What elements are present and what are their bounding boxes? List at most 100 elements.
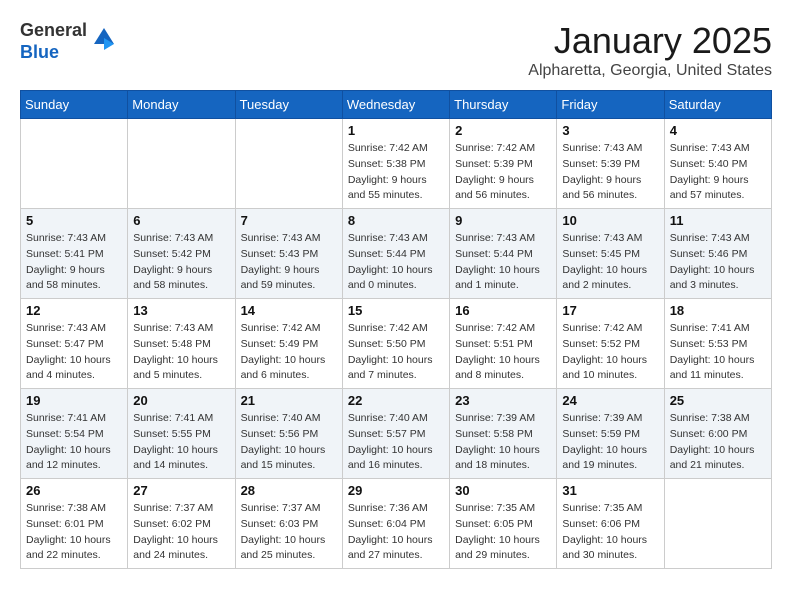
day-detail: Sunrise: 7:42 AM Sunset: 5:51 PM Dayligh… [455, 321, 551, 384]
day-number: 19 [26, 393, 122, 408]
day-detail: Sunrise: 7:42 AM Sunset: 5:50 PM Dayligh… [348, 321, 444, 384]
day-detail: Sunrise: 7:38 AM Sunset: 6:00 PM Dayligh… [670, 411, 766, 474]
logo-icon [90, 24, 118, 52]
day-number: 17 [562, 303, 658, 318]
day-number: 20 [133, 393, 229, 408]
logo-general: General [20, 20, 87, 40]
day-number: 25 [670, 393, 766, 408]
header-saturday: Saturday [664, 91, 771, 119]
day-detail: Sunrise: 7:42 AM Sunset: 5:38 PM Dayligh… [348, 141, 444, 204]
table-row [21, 119, 128, 209]
table-row: 24Sunrise: 7:39 AM Sunset: 5:59 PM Dayli… [557, 389, 664, 479]
table-row: 12 Sunrise: 7:43 AM Sunset: 5:47 PM Dayli… [21, 299, 128, 389]
table-row: 7 Sunrise: 7:43 AM Sunset: 5:43 PM Daylig… [235, 209, 342, 299]
day-detail: Sunrise: 7:43 AM Sunset: 5:41 PM Dayligh… [26, 231, 122, 294]
day-number: 18 [670, 303, 766, 318]
day-number: 12 [26, 303, 122, 318]
day-number: 23 [455, 393, 551, 408]
day-number: 5 [26, 213, 122, 228]
table-row: 25 Sunrise: 7:38 AM Sunset: 6:00 PM Dayli… [664, 389, 771, 479]
header-monday: Monday [128, 91, 235, 119]
table-row [664, 479, 771, 569]
title-block: January 2025 Alpharetta, Georgia, United… [528, 20, 772, 80]
day-detail: Sunrise: 7:43 AM Sunset: 5:44 PM Dayligh… [455, 231, 551, 294]
table-row: 27 Sunrise: 7:37 AM Sunset: 6:02 PM Dayli… [128, 479, 235, 569]
table-row: 22Sunrise: 7:40 AM Sunset: 5:57 PM Dayli… [342, 389, 449, 479]
table-row: 26Sunrise: 7:38 AM Sunset: 6:01 PM Dayli… [21, 479, 128, 569]
weekday-header-row: Sunday Monday Tuesday Wednesday Thursday… [21, 91, 772, 119]
day-number: 28 [241, 483, 337, 498]
table-row: 4 Sunrise: 7:43 AM Sunset: 5:40 PM Daylig… [664, 119, 771, 209]
table-row: 23 Sunrise: 7:39 AM Sunset: 5:58 PM Dayli… [450, 389, 557, 479]
day-detail: Sunrise: 7:43 AM Sunset: 5:40 PM Dayligh… [670, 141, 766, 204]
calendar-table: Sunday Monday Tuesday Wednesday Thursday… [20, 90, 772, 569]
day-number: 7 [241, 213, 337, 228]
day-detail: Sunrise: 7:41 AM Sunset: 5:53 PM Dayligh… [670, 321, 766, 384]
calendar-week-row: 19 Sunrise: 7:41 AM Sunset: 5:54 PM Dayli… [21, 389, 772, 479]
table-row [235, 119, 342, 209]
day-detail: Sunrise: 7:41 AM Sunset: 5:55 PM Dayligh… [133, 411, 229, 474]
day-detail: Sunrise: 7:41 AM Sunset: 5:54 PM Dayligh… [26, 411, 122, 474]
day-detail: Sunrise: 7:43 AM Sunset: 5:45 PM Dayligh… [562, 231, 658, 294]
day-detail: Sunrise: 7:43 AM Sunset: 5:47 PM Dayligh… [26, 321, 122, 384]
month-title: January 2025 [528, 20, 772, 62]
logo: General Blue [20, 20, 118, 63]
day-number: 11 [670, 213, 766, 228]
day-number: 4 [670, 123, 766, 138]
table-row: 2 Sunrise: 7:42 AM Sunset: 5:39 PM Daylig… [450, 119, 557, 209]
day-number: 3 [562, 123, 658, 138]
table-row: 6 Sunrise: 7:43 AM Sunset: 5:42 PM Daylig… [128, 209, 235, 299]
day-detail: Sunrise: 7:37 AM Sunset: 6:02 PM Dayligh… [133, 501, 229, 564]
logo-text: General Blue [20, 20, 87, 63]
day-detail: Sunrise: 7:43 AM Sunset: 5:39 PM Dayligh… [562, 141, 658, 204]
day-number: 27 [133, 483, 229, 498]
table-row: 9 Sunrise: 7:43 AM Sunset: 5:44 PM Daylig… [450, 209, 557, 299]
table-row: 10 Sunrise: 7:43 AM Sunset: 5:45 PM Dayli… [557, 209, 664, 299]
day-number: 2 [455, 123, 551, 138]
day-number: 21 [241, 393, 337, 408]
day-number: 30 [455, 483, 551, 498]
day-detail: Sunrise: 7:43 AM Sunset: 5:42 PM Dayligh… [133, 231, 229, 294]
day-number: 22 [348, 393, 444, 408]
table-row: 31Sunrise: 7:35 AM Sunset: 6:06 PM Dayli… [557, 479, 664, 569]
calendar-week-row: 1Sunrise: 7:42 AM Sunset: 5:38 PM Daylig… [21, 119, 772, 209]
table-row: 15Sunrise: 7:42 AM Sunset: 5:50 PM Dayli… [342, 299, 449, 389]
day-number: 6 [133, 213, 229, 228]
day-number: 31 [562, 483, 658, 498]
page-header: General Blue January 2025 Alpharetta, Ge… [20, 20, 772, 80]
table-row: 14Sunrise: 7:42 AM Sunset: 5:49 PM Dayli… [235, 299, 342, 389]
day-detail: Sunrise: 7:43 AM Sunset: 5:46 PM Dayligh… [670, 231, 766, 294]
table-row: 19 Sunrise: 7:41 AM Sunset: 5:54 PM Dayli… [21, 389, 128, 479]
day-detail: Sunrise: 7:42 AM Sunset: 5:39 PM Dayligh… [455, 141, 551, 204]
header-friday: Friday [557, 91, 664, 119]
day-detail: Sunrise: 7:35 AM Sunset: 6:05 PM Dayligh… [455, 501, 551, 564]
header-sunday: Sunday [21, 91, 128, 119]
day-number: 29 [348, 483, 444, 498]
day-number: 9 [455, 213, 551, 228]
table-row: 21 Sunrise: 7:40 AM Sunset: 5:56 PM Dayli… [235, 389, 342, 479]
day-detail: Sunrise: 7:39 AM Sunset: 5:58 PM Dayligh… [455, 411, 551, 474]
table-row: 18 Sunrise: 7:41 AM Sunset: 5:53 PM Dayli… [664, 299, 771, 389]
logo-blue: Blue [20, 42, 59, 62]
day-number: 16 [455, 303, 551, 318]
day-detail: Sunrise: 7:43 AM Sunset: 5:44 PM Dayligh… [348, 231, 444, 294]
calendar-week-row: 5 Sunrise: 7:43 AM Sunset: 5:41 PM Daylig… [21, 209, 772, 299]
day-number: 10 [562, 213, 658, 228]
day-number: 8 [348, 213, 444, 228]
day-detail: Sunrise: 7:39 AM Sunset: 5:59 PM Dayligh… [562, 411, 658, 474]
day-detail: Sunrise: 7:37 AM Sunset: 6:03 PM Dayligh… [241, 501, 337, 564]
table-row: 1Sunrise: 7:42 AM Sunset: 5:38 PM Daylig… [342, 119, 449, 209]
table-row: 5 Sunrise: 7:43 AM Sunset: 5:41 PM Daylig… [21, 209, 128, 299]
day-detail: Sunrise: 7:43 AM Sunset: 5:43 PM Dayligh… [241, 231, 337, 294]
day-detail: Sunrise: 7:36 AM Sunset: 6:04 PM Dayligh… [348, 501, 444, 564]
day-detail: Sunrise: 7:40 AM Sunset: 5:56 PM Dayligh… [241, 411, 337, 474]
header-wednesday: Wednesday [342, 91, 449, 119]
table-row [128, 119, 235, 209]
table-row: 16 Sunrise: 7:42 AM Sunset: 5:51 PM Dayli… [450, 299, 557, 389]
day-number: 26 [26, 483, 122, 498]
table-row: 3 Sunrise: 7:43 AM Sunset: 5:39 PM Daylig… [557, 119, 664, 209]
table-row: 29 Sunrise: 7:36 AM Sunset: 6:04 PM Dayli… [342, 479, 449, 569]
location: Alpharetta, Georgia, United States [528, 62, 772, 80]
table-row: 8 Sunrise: 7:43 AM Sunset: 5:44 PM Daylig… [342, 209, 449, 299]
table-row: 28 Sunrise: 7:37 AM Sunset: 6:03 PM Dayli… [235, 479, 342, 569]
